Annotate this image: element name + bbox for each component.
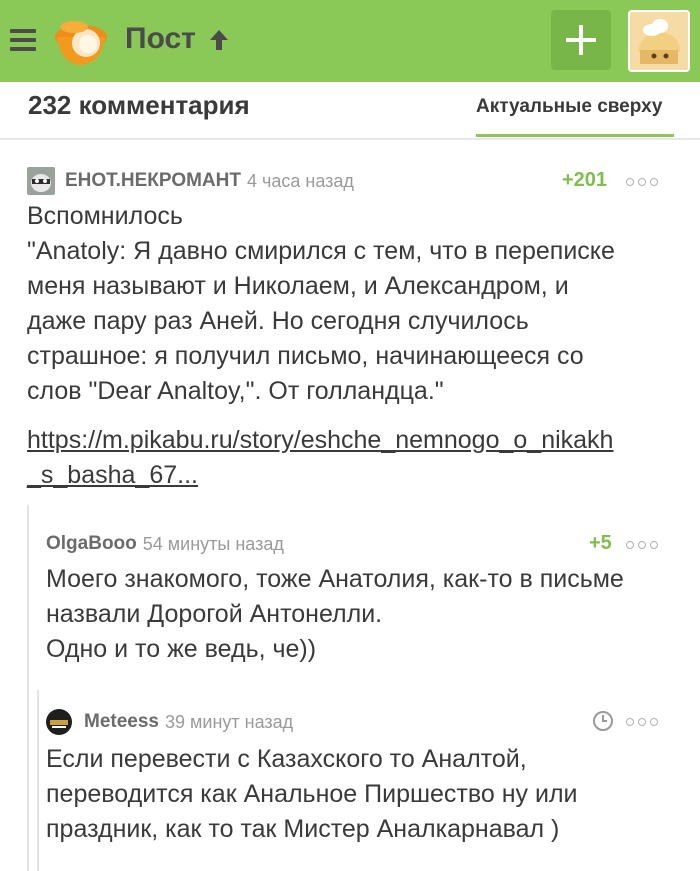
- app-header: Пост: [0, 0, 700, 82]
- comment-link[interactable]: https://m.pikabu.ru/story/eshche_nemnogo…: [27, 423, 613, 458]
- arrow-up-icon[interactable]: [206, 27, 232, 53]
- comment-header: Meteess 39 минут назад: [46, 708, 293, 736]
- pikabu-logo[interactable]: [52, 13, 110, 69]
- comment-text: Вспомнилось "Anatoly: Я давно смирился с…: [27, 202, 615, 405]
- comments-bar: 232 комментария Актуальные сверху: [0, 82, 700, 140]
- avatar[interactable]: [27, 167, 55, 195]
- comment-count: 232 комментария: [28, 90, 250, 120]
- comment-header: OlgaBooo 54 минуты назад: [46, 530, 284, 558]
- comment-time: 39 минут назад: [165, 711, 294, 732]
- comment-author[interactable]: ЕНОТ.НЕКРОМАНТ: [65, 170, 241, 192]
- user-avatar[interactable]: [628, 10, 690, 72]
- add-post-button[interactable]: [551, 10, 611, 70]
- sort-underline: [476, 134, 674, 137]
- comment-header: ЕНОТ.НЕКРОМАНТ 4 часа назад: [27, 167, 354, 195]
- comment-text: Моего знакомого, тоже Анатолия, как-то в…: [46, 565, 624, 663]
- more-options-icon[interactable]: [626, 539, 658, 551]
- plus-icon: [566, 25, 596, 55]
- thread-line: [27, 505, 29, 871]
- thread-line: [37, 690, 39, 871]
- comment-link-continued[interactable]: _s_basha_67...: [27, 458, 198, 493]
- comment-author[interactable]: Meteess: [84, 711, 159, 733]
- sort-selector[interactable]: Актуальные сверху: [476, 96, 662, 118]
- more-options-icon[interactable]: [626, 176, 658, 188]
- comment-rating: +201: [562, 169, 608, 191]
- comment-time: 54 минуты назад: [142, 533, 284, 554]
- menu-icon[interactable]: [10, 29, 36, 51]
- comment-time: 4 часа назад: [246, 170, 354, 191]
- page-title: Пост: [125, 22, 196, 55]
- comment-rating: +5: [589, 532, 612, 554]
- clock-icon: [593, 711, 613, 731]
- more-options-icon[interactable]: [626, 716, 658, 728]
- avatar[interactable]: [46, 709, 72, 735]
- comment-author[interactable]: OlgaBooo: [46, 533, 137, 555]
- comment-text: Если перевести с Казахского то Аналтой, …: [46, 745, 578, 843]
